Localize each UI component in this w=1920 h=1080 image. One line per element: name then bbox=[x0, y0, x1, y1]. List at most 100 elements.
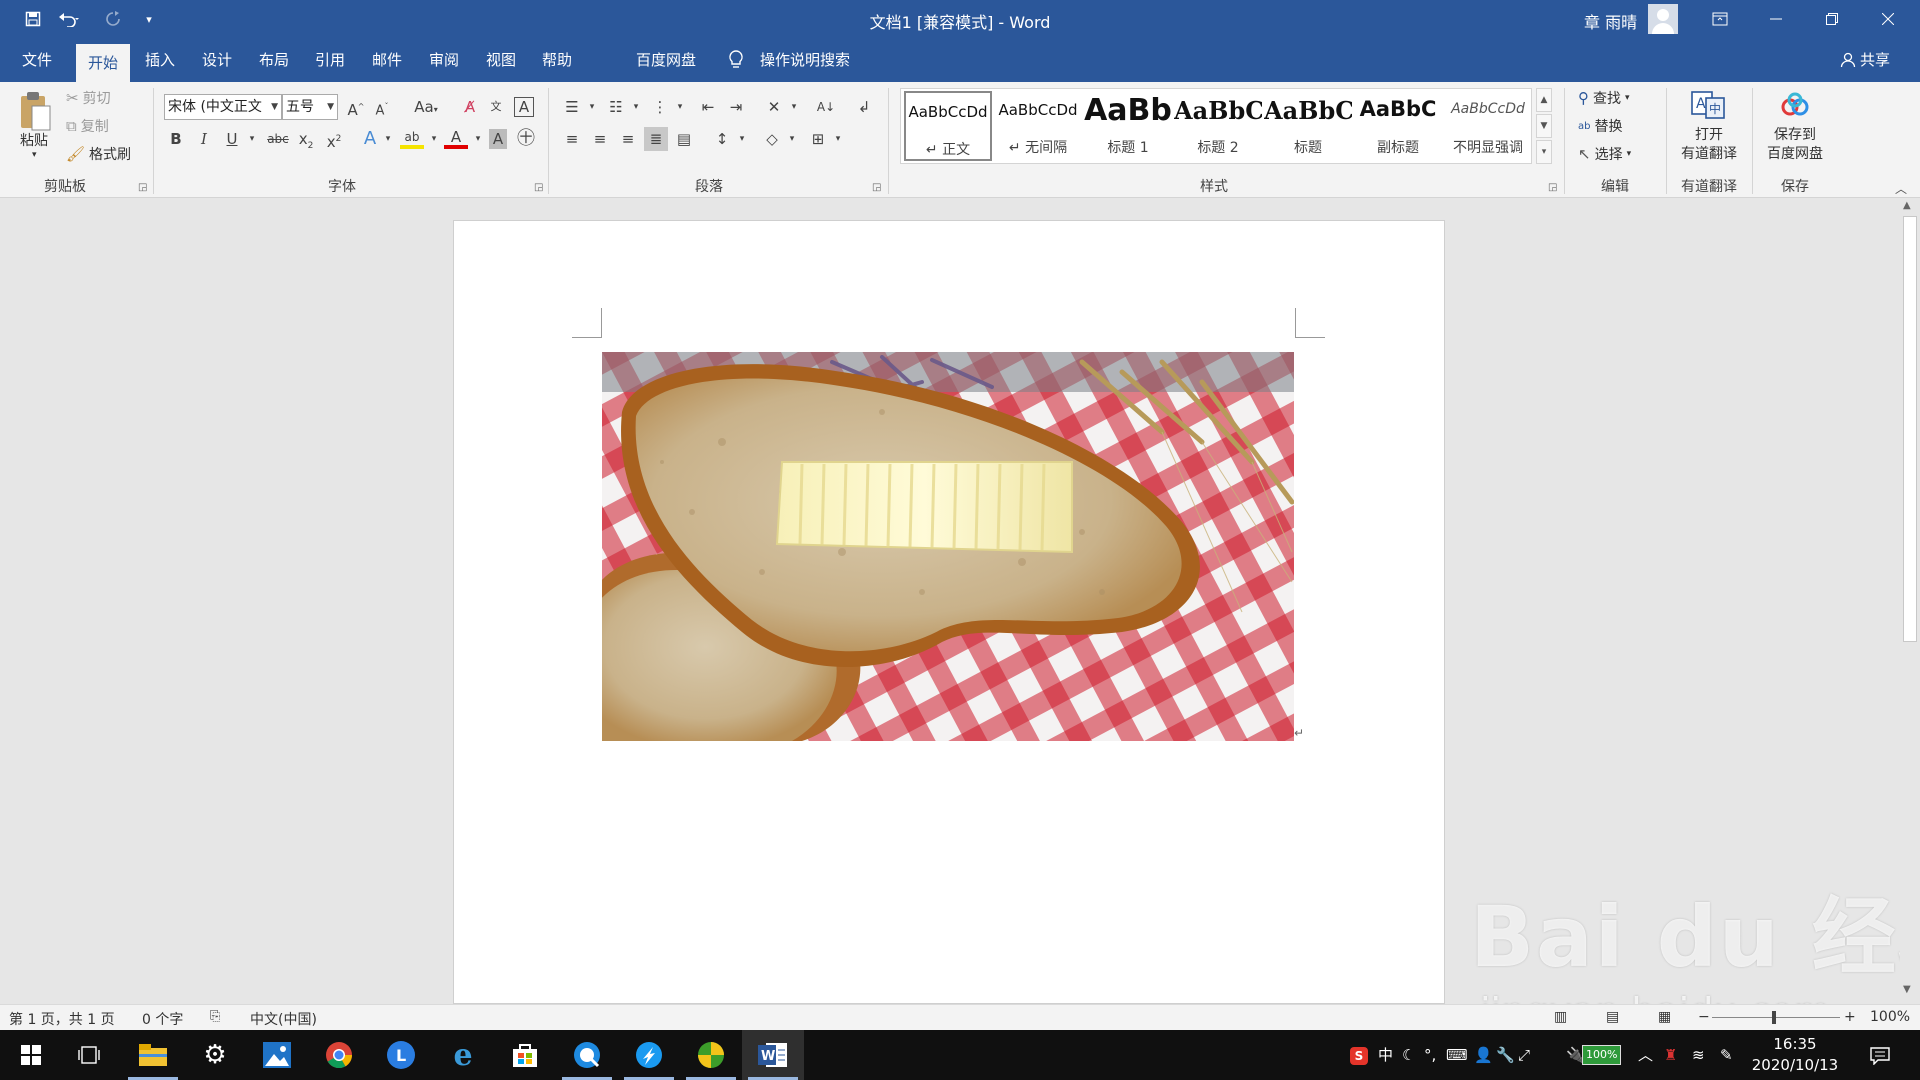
enclose-characters-icon[interactable]: ㊉ bbox=[514, 127, 538, 151]
notification-icon[interactable] bbox=[1870, 1030, 1890, 1080]
copy-button[interactable]: ⧉ 复制 bbox=[66, 116, 109, 136]
l-app-icon[interactable]: L bbox=[370, 1030, 432, 1080]
keyboard-icon[interactable]: ⌨ bbox=[1446, 1030, 1468, 1080]
increase-indent-icon[interactable]: ⇥ bbox=[724, 95, 748, 119]
punctuation-icon[interactable]: °, bbox=[1424, 1030, 1436, 1080]
user-name[interactable]: 章 雨晴 bbox=[1584, 9, 1637, 33]
tab-view[interactable]: 视图 bbox=[474, 38, 528, 82]
shrink-font-icon[interactable]: Aˇ bbox=[370, 95, 394, 119]
user-tray-icon[interactable]: 👤 bbox=[1474, 1030, 1493, 1080]
green-app-icon[interactable] bbox=[680, 1030, 742, 1080]
grow-font-icon[interactable]: A^ bbox=[344, 95, 368, 119]
minimize-icon[interactable] bbox=[1748, 0, 1804, 38]
paste-dropdown-icon[interactable]: ▾ bbox=[32, 150, 37, 160]
save-to-baidu-button[interactable]: 保存到 百度网盘 bbox=[1762, 126, 1828, 164]
clipboard-launcher-icon[interactable]: ◲ bbox=[138, 182, 147, 193]
chevron-down-icon[interactable]: ▾ bbox=[782, 95, 806, 119]
chevron-down-icon[interactable]: ▾ bbox=[730, 127, 754, 151]
file-explorer-icon[interactable] bbox=[122, 1030, 184, 1080]
distributed-icon[interactable]: ▤ bbox=[672, 127, 696, 151]
select-button[interactable]: ↖ 选择 ▾ bbox=[1578, 144, 1631, 164]
style-heading-2[interactable]: AaBbC 标题 2 bbox=[1174, 91, 1262, 161]
tab-insert[interactable]: 插入 bbox=[133, 38, 187, 82]
format-painter-button[interactable]: 🖌 格式刷 bbox=[66, 144, 131, 164]
justify-icon[interactable]: ≣ bbox=[644, 127, 668, 151]
tab-mailings[interactable]: 邮件 bbox=[360, 38, 414, 82]
feiyu-icon[interactable] bbox=[618, 1030, 680, 1080]
zoom-slider[interactable] bbox=[1712, 1017, 1840, 1018]
scrollbar-thumb[interactable] bbox=[1903, 216, 1917, 642]
web-layout-icon[interactable]: ▦ bbox=[1658, 1009, 1671, 1025]
gallery-down-icon[interactable]: ▼ bbox=[1536, 114, 1552, 138]
chevron-down-icon[interactable]: ▾ bbox=[422, 127, 446, 151]
strikethrough-button[interactable]: abc bbox=[264, 127, 292, 151]
antivirus-icon[interactable]: ♜ bbox=[1664, 1030, 1677, 1080]
align-left-icon[interactable]: ≡ bbox=[560, 127, 584, 151]
restore-icon[interactable] bbox=[1804, 0, 1860, 38]
zoom-slider-thumb[interactable] bbox=[1772, 1011, 1776, 1024]
character-shading-icon[interactable]: A bbox=[489, 129, 507, 149]
style-heading-1[interactable]: AaBb 标题 1 bbox=[1084, 91, 1172, 161]
style-normal[interactable]: AaBbCcDd ↵ 正文 bbox=[904, 91, 992, 161]
tab-layout[interactable]: 布局 bbox=[247, 38, 301, 82]
wifi-icon[interactable]: ≋ bbox=[1692, 1030, 1705, 1080]
tab-file[interactable]: 文件 bbox=[10, 38, 64, 82]
avatar[interactable] bbox=[1648, 4, 1678, 34]
font-color-icon[interactable]: A bbox=[444, 127, 468, 149]
scroll-down-icon[interactable]: ▼ bbox=[1903, 984, 1911, 995]
ribbon-display-options-icon[interactable] bbox=[1692, 0, 1748, 38]
cut-button[interactable]: ✂ 剪切 bbox=[66, 88, 111, 108]
read-mode-icon[interactable]: ▥ bbox=[1554, 1009, 1567, 1025]
find-button[interactable]: ⚲ 查找 ▾ bbox=[1578, 88, 1630, 108]
sogou-ime-icon[interactable]: S bbox=[1350, 1030, 1368, 1080]
task-view-icon[interactable] bbox=[58, 1030, 120, 1080]
pen-icon[interactable]: ✎ bbox=[1720, 1030, 1733, 1080]
font-name-combo[interactable]: 宋体 (中文正文 ▼ bbox=[164, 94, 282, 120]
zoom-in-icon[interactable]: + bbox=[1844, 1009, 1856, 1025]
chevron-down-icon[interactable]: ▾ bbox=[826, 127, 850, 151]
zoom-out-icon[interactable]: − bbox=[1698, 1009, 1710, 1025]
tab-help[interactable]: 帮助 bbox=[530, 38, 584, 82]
align-center-icon[interactable]: ≡ bbox=[588, 127, 612, 151]
clock[interactable]: 16:35 2020/10/13 bbox=[1740, 1034, 1850, 1076]
chevron-down-icon[interactable]: ▾ bbox=[780, 127, 804, 151]
scroll-up-icon[interactable]: ▲ bbox=[1903, 200, 1911, 211]
browser-icon[interactable] bbox=[556, 1030, 618, 1080]
ie-icon[interactable]: e bbox=[432, 1030, 494, 1080]
tools-icon[interactable]: 🔧 bbox=[1496, 1030, 1515, 1080]
expand-icon[interactable]: ⤢ bbox=[1518, 1030, 1530, 1080]
language-status[interactable]: 中文(中国) bbox=[250, 1009, 317, 1029]
chevron-down-icon[interactable]: ▾ bbox=[580, 95, 604, 119]
open-youdao-button[interactable]: 打开 有道翻译 bbox=[1676, 126, 1742, 164]
tab-review[interactable]: 审阅 bbox=[417, 38, 471, 82]
baidu-netdisk-icon[interactable] bbox=[1780, 92, 1810, 122]
replace-button[interactable]: ab 替换 bbox=[1578, 116, 1622, 136]
character-border-icon[interactable]: A bbox=[514, 97, 534, 117]
tab-references[interactable]: 引用 bbox=[303, 38, 357, 82]
gallery-up-icon[interactable]: ▲ bbox=[1536, 88, 1552, 112]
page-count[interactable]: 第 1 页，共 1 页 bbox=[9, 1009, 115, 1029]
font-size-combo[interactable]: 五号 ▼ bbox=[282, 94, 338, 120]
close-icon[interactable] bbox=[1860, 0, 1916, 38]
font-launcher-icon[interactable]: ◲ bbox=[534, 182, 543, 193]
italic-icon[interactable]: I bbox=[192, 127, 216, 151]
chevron-up-icon[interactable]: ︿ bbox=[1638, 1030, 1653, 1080]
ime-mode[interactable]: 中 bbox=[1378, 1030, 1393, 1080]
sort-icon[interactable]: A↓ bbox=[814, 95, 838, 119]
paragraph-launcher-icon[interactable]: ◲ bbox=[872, 182, 881, 193]
chevron-down-icon[interactable]: ▾ bbox=[668, 95, 692, 119]
show-formatting-marks-icon[interactable]: ↲ bbox=[852, 95, 876, 119]
clear-formatting-icon[interactable]: A̸ bbox=[458, 95, 482, 119]
battery-indicator[interactable]: 100% bbox=[1582, 1045, 1622, 1065]
phonetic-guide-icon[interactable]: 文 bbox=[484, 95, 508, 119]
moon-icon[interactable]: ☾ bbox=[1402, 1030, 1415, 1080]
highlight-color-icon[interactable]: ab bbox=[400, 127, 424, 149]
style-subtitle[interactable]: AaBbC 副标题 bbox=[1354, 91, 1442, 161]
youdao-translate-icon[interactable]: A中 bbox=[1690, 90, 1726, 124]
store-icon[interactable] bbox=[494, 1030, 556, 1080]
share-person-icon[interactable] bbox=[1840, 52, 1856, 72]
chevron-down-icon[interactable]: ▾ bbox=[466, 127, 490, 151]
proofing-icon[interactable]: ⎘ bbox=[210, 1009, 220, 1024]
tab-design[interactable]: 设计 bbox=[190, 38, 244, 82]
chrome-icon[interactable] bbox=[308, 1030, 370, 1080]
